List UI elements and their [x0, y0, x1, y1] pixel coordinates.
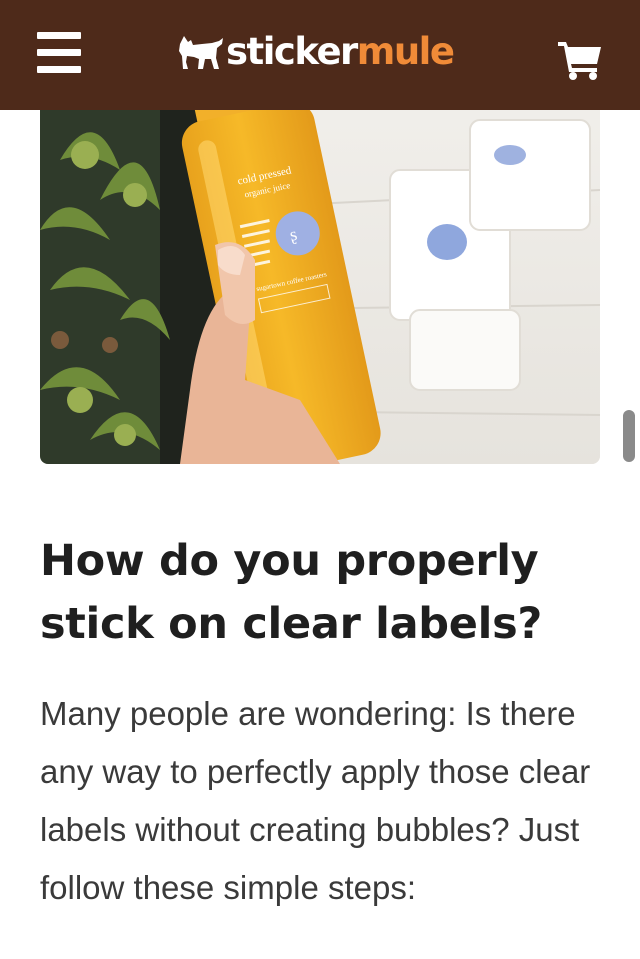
mule-logo-icon [179, 36, 223, 69]
shopping-cart-icon[interactable] [556, 38, 604, 80]
hamburger-menu-icon[interactable] [37, 32, 81, 74]
logo-text-sticker: sticker [226, 30, 358, 73]
article-title: How do you properly stick on clear label… [40, 536, 543, 649]
top-navigation-bar: stickermule [0, 0, 640, 110]
article-intro-paragraph: Many people are wondering: Is there any … [40, 695, 591, 906]
stickermule-logo[interactable]: stickermule [178, 26, 455, 78]
hero-image: cold pressed organic juice ʂ sugartown c… [40, 60, 600, 464]
logo-text-mule: mule [356, 30, 455, 73]
page-scrollbar[interactable] [623, 410, 635, 462]
